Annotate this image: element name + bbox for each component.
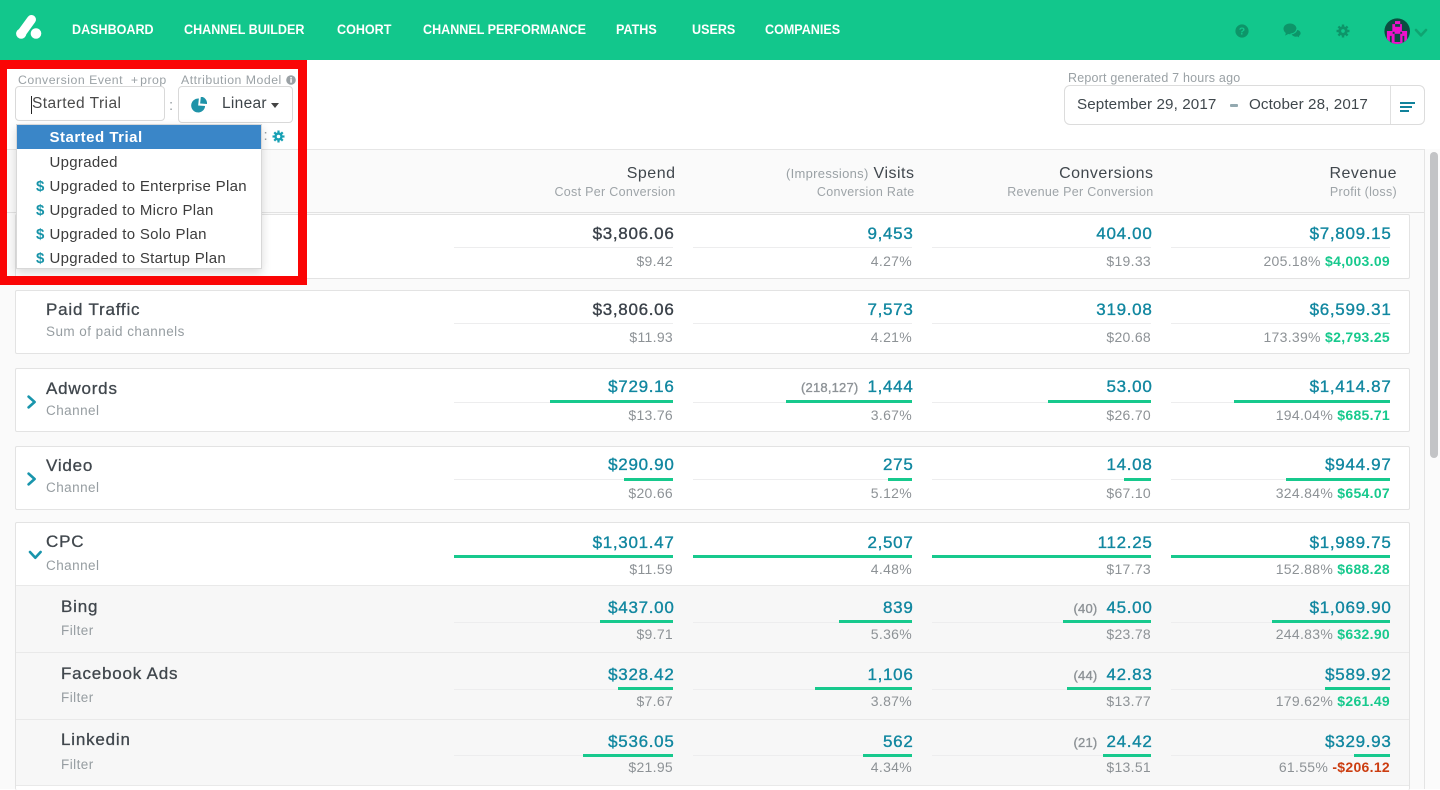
svg-text:?: ? bbox=[1239, 25, 1245, 37]
